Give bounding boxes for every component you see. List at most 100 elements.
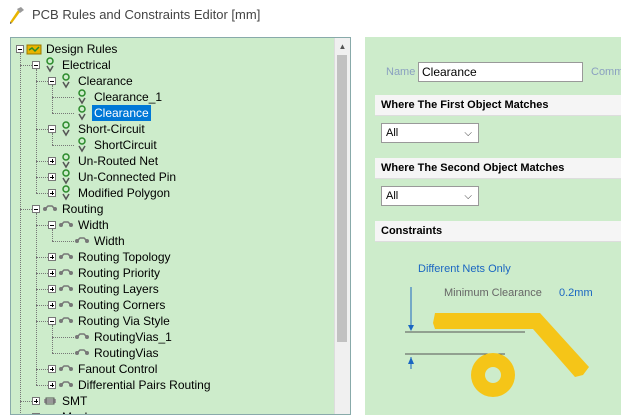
expand-plus-icon[interactable] [48,381,56,389]
expand-plus-icon[interactable] [48,285,56,293]
tree-item-label: Routing Corners [78,298,166,312]
via-hole [485,367,501,383]
tree-item-clearance-1[interactable]: Clearance_1 [11,89,336,105]
tree-item-clearance[interactable]: Clearance [11,105,336,121]
tree-item-label: Modified Polygon [78,186,171,200]
tree-item-un-connected-pin[interactable]: Un-Connected Pin [11,169,336,185]
tree-item-electrical[interactable]: Electrical [11,57,336,73]
expand-plus-icon[interactable] [48,157,56,165]
tree-item-differential-pairs-routing[interactable]: Differential Pairs Routing [11,377,336,393]
rule-editor-pane: Name Comm Where The First Object Matches… [365,37,621,415]
expand-plus-icon[interactable] [48,365,56,373]
routing-rule-icon [74,345,90,361]
scroll-thumb[interactable] [337,55,347,342]
net-scope-text[interactable]: Different Nets Only [418,263,511,275]
tree-item-label: Width [78,218,109,232]
rule-icon [58,153,74,169]
tree-item-label: RoutingVias [94,346,159,360]
tree-vertical-scrollbar[interactable]: ▲ [334,38,350,414]
tree-item-modified-polygon[interactable]: Modified Polygon [11,185,336,201]
min-clearance-value[interactable]: 0.2mm [559,287,593,299]
rule-icon [58,121,74,137]
tree-item-label: Fanout Control [78,362,158,376]
tree-item-routing-topology[interactable]: Routing Topology [11,249,336,265]
routing-rule-icon [58,249,74,265]
tree-item-label: Routing [62,202,104,216]
tree-item-width-category[interactable]: Width [11,217,336,233]
routing-rule-icon [58,265,74,281]
scroll-up-arrow-icon[interactable]: ▲ [335,39,350,54]
expand-plus-icon[interactable] [32,397,40,405]
tree-item-label: RoutingVias_1 [94,330,172,344]
tree-item-un-routed-net[interactable]: Un-Routed Net [11,153,336,169]
collapse-minus-icon[interactable] [48,125,56,133]
expand-plus-icon[interactable] [48,301,56,309]
expand-plus-icon[interactable] [48,173,56,181]
tree-item-design-rules[interactable]: Design Rules [11,41,336,57]
tree-item-label: Width [94,234,125,248]
tree-item-routingvias-1[interactable]: RoutingVias_1 [11,329,336,345]
tree-item-label: Un-Routed Net [78,154,159,168]
window-title: PCB Rules and Constraints Editor [mm] [32,7,261,22]
rule-icon [74,137,90,153]
tree-item-label: Routing Topology [78,250,171,264]
tree-item-label: Differential Pairs Routing [78,378,211,392]
tree-item-label: Clearance [92,105,151,121]
collapse-minus-icon[interactable] [32,61,40,69]
rule-icon [74,105,90,121]
tree-item-shortcircuit[interactable]: ShortCircuit [11,137,336,153]
arrow-down-icon [408,325,414,331]
tree-item-fanout-control[interactable]: Fanout Control [11,361,336,377]
rule-icon [42,57,58,73]
tree-item-label: SMT [62,394,88,408]
design-rules-folder-icon [26,41,42,57]
pcb-rules-app-icon [10,7,24,24]
expand-plus-icon[interactable] [48,189,56,197]
tree-item-label: Mask [60,409,93,414]
collapse-minus-icon[interactable] [16,45,24,53]
tree-item-routing-priority[interactable]: Routing Priority [11,265,336,281]
tree-item-routing-via-style[interactable]: Routing Via Style [11,313,336,329]
routing-rule-icon [58,281,74,297]
tree-item-label: Short-Circuit [78,122,145,136]
tree-item-routing-layers[interactable]: Routing Layers [11,281,336,297]
collapse-minus-icon[interactable] [48,317,56,325]
routing-rule-icon [58,361,74,377]
tree-item-width[interactable]: Width [11,233,336,249]
tree-item-smt[interactable]: SMT [11,393,336,409]
tree-item-label: Un-Connected Pin [78,170,177,184]
routing-rule-icon [74,233,90,249]
routing-rule-icon [58,313,74,329]
tree-item-label: Electrical [62,58,111,72]
rule-icon [58,169,74,185]
collapse-minus-icon[interactable] [32,205,40,213]
rule-icon [58,185,74,201]
tree-item-routing[interactable]: Routing [11,201,336,217]
min-clearance-label: Minimum Clearance [444,287,542,299]
clearance-diagram: Different Nets Only Minimum Clearance 0.… [405,263,593,397]
routing-rule-icon [74,329,90,345]
routing-rule-icon [58,297,74,313]
rules-tree[interactable]: Design Rules Electrical Clearance Clearance… [10,37,351,415]
collapse-minus-icon[interactable] [48,221,56,229]
tree-item-label: ShortCircuit [94,138,157,152]
tree-item-mask[interactable]: Mask [11,409,336,414]
rule-icon [74,89,90,105]
tree-item-routingvias[interactable]: RoutingVias [11,345,336,361]
routing-rule-icon [58,217,74,233]
collapse-minus-icon[interactable] [48,77,56,85]
tree-item-short-circuit-category[interactable]: Short-Circuit [11,121,336,137]
expand-plus-icon[interactable] [48,253,56,261]
routing-rule-icon [58,377,74,393]
expand-plus-icon[interactable] [48,269,56,277]
mask-rule-icon [42,409,58,414]
tree-item-label: Routing Priority [78,266,161,280]
tree-item-label: Clearance_1 [94,90,163,104]
title-bar: PCB Rules and Constraints Editor [mm] [0,0,621,29]
tree-item-clearance-category[interactable]: Clearance [11,73,336,89]
tree-item-routing-corners[interactable]: Routing Corners [11,297,336,313]
tree-item-label: Clearance [78,74,133,88]
tree-item-label: Design Rules [46,42,118,56]
tree-item-label: Routing Layers [78,282,159,296]
rule-icon [58,73,74,89]
